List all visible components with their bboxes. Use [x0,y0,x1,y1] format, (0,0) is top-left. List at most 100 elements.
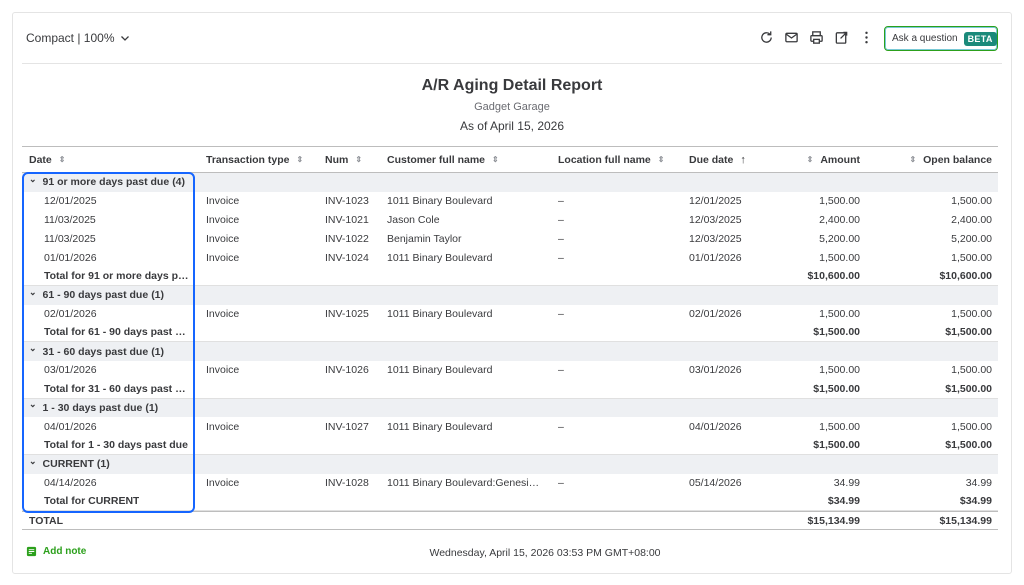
group-total-label: Total for 61 - 90 days past due [44,323,196,341]
cell-num[interactable]: INV-1026 [325,361,383,380]
table-body: ⌄ 91 or more days past due (4) 12/01/2025 In… [22,173,998,512]
cell-due-date: 05/14/2026 [689,477,742,490]
cell-transaction-type[interactable]: Invoice [206,211,311,230]
column-header-due-date[interactable]: Due date ↑ [689,147,789,172]
cell-amount: 1,500.00 [819,307,860,320]
group-label[interactable]: ⌄ CURRENT (1) [29,455,195,474]
cell-customer-text: 1011 Binary Boulevard [387,195,493,208]
cell-open-balance: 5,200.00 [951,232,992,245]
cell-customer-text: 1011 Binary Boulevard [387,364,493,377]
group-total-row: Total for 31 - 60 days past due $1,500.00… [22,380,998,399]
group-header-row[interactable]: ⌄ CURRENT (1) [22,454,998,474]
cell-num[interactable]: INV-1025 [325,305,383,324]
cell-location: – [558,420,564,433]
group-total-label: Total for CURRENT [44,493,196,511]
group-label[interactable]: ⌄ 1 - 30 days past due (1) [29,399,195,418]
table-row[interactable]: 04/14/2026 Invoice INV-1028 1011 Binary Bou… [22,474,998,493]
email-icon[interactable] [783,29,800,46]
report-timestamp: Wednesday, April 15, 2026 03:53 PM GMT+0… [429,547,661,559]
column-header-customer[interactable]: Customer full name ⇕ [387,147,547,172]
view-density-dropdown[interactable]: Compact | 100% [26,31,131,45]
cell-num[interactable]: INV-1028 [325,474,383,493]
cell-location: – [558,213,564,226]
table-row[interactable]: 02/01/2026 Invoice INV-1025 1011 Binary Bou… [22,305,998,324]
group-header-row[interactable]: ⌄ 91 or more days past due (4) [22,173,998,192]
group-total-balance: $10,600.00 [939,269,992,282]
more-icon[interactable] [858,29,875,46]
group-label[interactable]: ⌄ 91 or more days past due (4) [29,173,195,192]
group-header-row[interactable]: ⌄ 1 - 30 days past due (1) [22,398,998,418]
cell-location: – [558,195,564,208]
table-row[interactable]: 04/01/2026 Invoice INV-1027 1011 Binary Bou… [22,417,998,436]
cell-transaction-type[interactable]: Invoice [206,229,311,248]
cell-location: – [558,477,564,490]
report-toolbar: Compact | 100% Ask a question BETA [22,26,1002,52]
sort-icon: ⇕ [355,155,363,164]
cell-num[interactable]: INV-1021 [325,211,383,230]
chevron-down-icon[interactable]: ⌄ [29,343,37,354]
cell-due-date: 12/03/2025 [689,213,742,226]
cell-num[interactable]: INV-1024 [325,248,383,267]
column-header-transaction-type[interactable]: Transaction type ⇕ [206,147,311,172]
chevron-down-icon[interactable]: ⌄ [29,174,37,185]
cell-amount: 1,500.00 [819,195,860,208]
cell-date: 04/14/2026 [44,477,97,490]
cell-customer-text: Benjamin Taylor [387,232,462,245]
group-total-text: Total for CURRENT [44,495,140,508]
sort-ascending-icon: ↑ [740,153,746,166]
table-row[interactable]: 03/01/2026 Invoice INV-1026 1011 Binary Bou… [22,361,998,380]
table-row[interactable]: 11/03/2025 Invoice INV-1022 Benjamin Taylor… [22,229,998,248]
cell-location: – [558,364,564,377]
column-header-date[interactable]: Date ⇕ [29,147,195,172]
table-row[interactable]: 01/01/2026 Invoice INV-1024 1011 Binary Bou… [22,248,998,267]
cell-transaction-type[interactable]: Invoice [206,305,311,324]
cell-transaction-type[interactable]: Invoice [206,192,311,211]
cell-num[interactable]: INV-1022 [325,229,383,248]
cell-amount: 1,500.00 [819,364,860,377]
chevron-down-icon[interactable]: ⌄ [29,287,37,298]
group-total-text: Total for 1 - 30 days past due [44,439,188,452]
column-header-amount[interactable]: ⇕ Amount [782,147,860,172]
grand-total-amount: $15,134.99 [807,514,860,527]
group-total-label: Total for 91 or more days pas... [44,267,196,285]
cell-customer: Jason Cole [387,211,547,230]
group-header-row[interactable]: ⌄ 61 - 90 days past due (1) [22,285,998,305]
table-row[interactable]: 12/01/2025 Invoice INV-1023 1011 Binary Bou… [22,192,998,211]
group-total-text: Total for 91 or more days pas... [44,269,192,282]
cell-transaction-type[interactable]: Invoice [206,361,311,380]
group-count: (1) [151,345,165,358]
ask-a-question-button[interactable]: Ask a question BETA [884,26,998,51]
grand-total-row: TOTAL $15,134.99 $15,134.99 [22,511,998,531]
cell-open-balance: 1,500.00 [951,364,992,377]
cell-amount: 1,500.00 [819,251,860,264]
cell-customer: 1011 Binary Boulevard [387,361,547,380]
cell-customer-text: 1011 Binary Boulevard:Genesis ... [387,477,542,490]
cell-transaction-type[interactable]: Invoice [206,474,311,493]
cell-num[interactable]: INV-1027 [325,417,383,436]
group-label[interactable]: ⌄ 61 - 90 days past due (1) [29,286,195,305]
cell-num[interactable]: INV-1023 [325,192,383,211]
column-header-open-balance[interactable]: ⇕ Open balance [902,147,992,172]
export-icon[interactable] [833,29,850,46]
group-label[interactable]: ⌄ 31 - 60 days past due (1) [29,342,195,361]
group-total-balance: $1,500.00 [945,326,992,339]
cell-amount: 5,200.00 [819,232,860,245]
cell-open-balance: 34.99 [965,477,992,490]
refresh-icon[interactable] [758,29,775,46]
group-total-row: Total for 61 - 90 days past due $1,500.00… [22,323,998,343]
grand-total-balance: $15,134.99 [939,514,992,527]
chevron-down-icon[interactable]: ⌄ [29,456,37,467]
chevron-down-icon[interactable]: ⌄ [29,399,37,410]
cell-customer: 1011 Binary Boulevard [387,417,547,436]
cell-transaction-type[interactable]: Invoice [206,248,311,267]
group-name: CURRENT [42,458,94,471]
group-total-amount: $10,600.00 [807,269,860,282]
cell-transaction-type[interactable]: Invoice [206,417,311,436]
table-row[interactable]: 11/03/2025 Invoice INV-1021 Jason Cole – 12/0… [22,211,998,230]
print-icon[interactable] [808,29,825,46]
column-header-num[interactable]: Num ⇕ [325,147,383,172]
cell-open-balance: 2,400.00 [951,213,992,226]
group-header-row[interactable]: ⌄ 31 - 60 days past due (1) [22,342,998,361]
column-header-location[interactable]: Location full name ⇕ [558,147,676,172]
cell-customer-text: Jason Cole [387,213,440,226]
